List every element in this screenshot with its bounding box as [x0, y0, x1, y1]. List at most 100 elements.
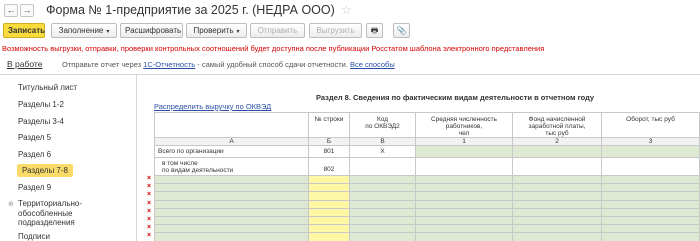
print-button[interactable]: 🖶: [366, 23, 383, 38]
sidebar-item-signatures[interactable]: Подписи: [18, 232, 50, 241]
activity-okved-input[interactable]: [350, 192, 416, 201]
activity-wage-input[interactable]: [513, 184, 602, 193]
delete-row-icon[interactable]: ×: [147, 200, 151, 207]
activity-employees-input[interactable]: [416, 217, 513, 226]
activity-turnover-input[interactable]: [602, 225, 700, 234]
activity-turnover-input[interactable]: [602, 184, 700, 193]
activity-turnover-input[interactable]: [602, 192, 700, 201]
activity-line-input[interactable]: [309, 184, 350, 193]
col-index-a: А: [154, 138, 309, 146]
header-avg-line3: чел: [458, 130, 470, 137]
attach-button[interactable]: 📎: [393, 23, 410, 38]
record-button[interactable]: Записать: [3, 23, 45, 38]
delete-row-icon[interactable]: ×: [147, 183, 151, 190]
activity-turnover-input[interactable]: [602, 233, 700, 241]
activity-line-input[interactable]: [309, 176, 350, 185]
1c-reporting-link[interactable]: 1С-Отчетность: [143, 60, 195, 69]
distribute-revenue-link[interactable]: Распределить выручку по ОКВЭД: [154, 102, 271, 111]
activity-okved-input[interactable]: [350, 225, 416, 234]
activity-wage-input[interactable]: [513, 192, 602, 201]
activity-turnover-input[interactable]: [602, 208, 700, 217]
header-okved: Код по ОКВЭД2: [350, 113, 416, 138]
row-total-turnover-input[interactable]: [602, 146, 700, 158]
header-fund-line1: Фонд начисленной: [528, 116, 586, 123]
activity-turnover-input[interactable]: [602, 217, 700, 226]
activity-okved-input[interactable]: [350, 233, 416, 241]
check-button[interactable]: Проверить ▾: [186, 23, 247, 38]
star-icon[interactable]: ☆: [341, 3, 352, 17]
activity-okved-input[interactable]: [350, 208, 416, 217]
delete-row-icon[interactable]: ×: [147, 232, 151, 239]
activity-name-input[interactable]: [154, 184, 309, 193]
sidebar-item-sections-1-2[interactable]: Разделы 1-2: [18, 100, 64, 109]
delete-row-icon[interactable]: ×: [147, 175, 151, 182]
forward-button[interactable]: →: [20, 4, 34, 17]
activity-name-input[interactable]: [154, 200, 309, 209]
activity-line-input[interactable]: [309, 233, 350, 241]
row-incl-employees: [416, 158, 513, 176]
activity-wage-input[interactable]: [513, 217, 602, 226]
activity-okved-input[interactable]: [350, 176, 416, 185]
activity-employees-input[interactable]: [416, 225, 513, 234]
back-button[interactable]: ←: [4, 4, 18, 17]
row-total-employees-input[interactable]: [416, 146, 513, 158]
activity-wage-input[interactable]: [513, 176, 602, 185]
sidebar-item-sections-7-8[interactable]: Разделы 7-8: [17, 164, 73, 177]
status-in-work-link[interactable]: В работе: [7, 59, 42, 69]
activity-employees-input[interactable]: [416, 200, 513, 209]
activity-wage-input[interactable]: [513, 200, 602, 209]
row-incl-code: 802: [309, 158, 350, 176]
row-incl-line2: по видам деятельности: [162, 167, 234, 174]
delete-row-icon[interactable]: ×: [147, 191, 151, 198]
header-line-no: № строки: [309, 113, 350, 138]
activity-turnover-input[interactable]: [602, 176, 700, 185]
activity-name-input[interactable]: [154, 217, 309, 226]
activity-employees-input[interactable]: [416, 192, 513, 201]
activity-employees-input[interactable]: [416, 208, 513, 217]
activity-employees-input[interactable]: [416, 176, 513, 185]
row-incl-label: в том числе по видам деятельности: [154, 158, 309, 176]
sidebar-item-title-page[interactable]: Титульный лист: [18, 83, 77, 92]
activity-line-input[interactable]: [309, 208, 350, 217]
activity-name-input[interactable]: [154, 233, 309, 241]
all-methods-link[interactable]: Все способы: [350, 60, 395, 69]
fill-button[interactable]: Заполнение ▾: [51, 23, 117, 38]
col-index-1: 1: [416, 138, 513, 146]
activity-line-input[interactable]: [309, 200, 350, 209]
activity-name-input[interactable]: [154, 208, 309, 217]
decode-button[interactable]: Расшифровать: [120, 23, 183, 38]
col-index-b: Б: [309, 138, 350, 146]
activity-line-input[interactable]: [309, 192, 350, 201]
activity-wage-input[interactable]: [513, 225, 602, 234]
row-total-wage-input[interactable]: [513, 146, 602, 158]
activity-turnover-input[interactable]: [602, 200, 700, 209]
activity-okved-input[interactable]: [350, 184, 416, 193]
status-text-after: - самый удобный способ сдачи отчетности.: [197, 60, 348, 69]
activity-name-input[interactable]: [154, 225, 309, 234]
activity-okved-input[interactable]: [350, 200, 416, 209]
activity-wage-input[interactable]: [513, 233, 602, 241]
delete-row-icon[interactable]: ×: [147, 216, 151, 223]
activity-employees-input[interactable]: [416, 184, 513, 193]
send-button[interactable]: Отправить: [250, 23, 305, 38]
title-bar: ← → Форма № 1-предприятие за 2025 г. (НЕ…: [0, 0, 700, 18]
activity-name-input[interactable]: [154, 192, 309, 201]
sidebar-item-section-9[interactable]: Раздел 9: [18, 183, 51, 192]
delete-row-icon[interactable]: ×: [147, 224, 151, 231]
activity-wage-input[interactable]: [513, 208, 602, 217]
activity-okved-input[interactable]: [350, 217, 416, 226]
sidebar-item-territorial[interactable]: Территориально- обособленные подразделен…: [18, 199, 82, 228]
activity-line-input[interactable]: [309, 217, 350, 226]
sidebar-item-section-6[interactable]: Раздел 6: [18, 150, 51, 159]
status-bar: В работе Отправьте отчет через 1С-Отчетн…: [0, 56, 700, 72]
sidebar-item-territorial-line1: Территориально-: [18, 199, 83, 208]
delete-row-icon[interactable]: ×: [147, 208, 151, 215]
expand-icon[interactable]: ⊕: [8, 200, 14, 208]
upload-button[interactable]: Выгрузить: [309, 23, 362, 38]
activity-name-input[interactable]: [154, 176, 309, 185]
activity-line-input[interactable]: [309, 225, 350, 234]
activity-employees-input[interactable]: [416, 233, 513, 241]
status-text-before: Отправьте отчет через: [62, 60, 142, 69]
sidebar-item-section-5[interactable]: Раздел 5: [18, 133, 51, 142]
sidebar-item-sections-3-4[interactable]: Разделы 3-4: [18, 117, 64, 126]
